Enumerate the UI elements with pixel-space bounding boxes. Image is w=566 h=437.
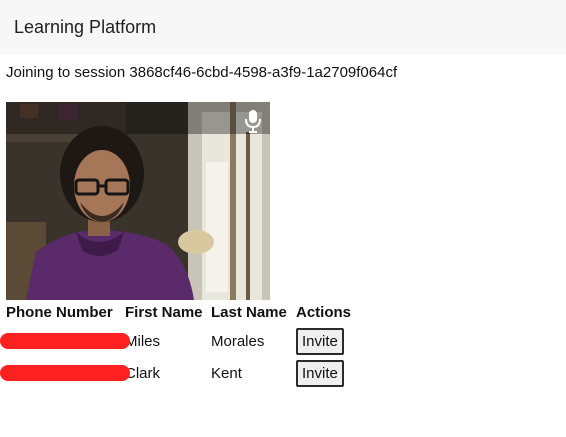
- actions-cell: Invite: [296, 325, 360, 357]
- table-row: Clark Kent Invite: [0, 357, 360, 389]
- last-name-cell: Morales: [211, 332, 265, 350]
- webcam-frame: [6, 102, 270, 300]
- redaction-mark: [0, 333, 130, 349]
- session-id: 3868cf46-6cbd-4598-a3f9-1a2709f064cf: [129, 64, 398, 81]
- phone-cell: 456: [0, 325, 130, 357]
- session-status: Joining to session 3868cf46-6cbd-4598-a3…: [6, 64, 397, 81]
- header-last-name: Last Name: [211, 304, 287, 321]
- actions-cell: Invite: [296, 357, 360, 389]
- header-actions: Actions: [296, 304, 352, 321]
- first-name-cell: Miles: [125, 332, 161, 350]
- table-header-row: Phone Number First Name Last Name Action…: [6, 302, 360, 325]
- invite-button[interactable]: Invite: [296, 359, 344, 387]
- contacts-table-wrapper: Phone Number First Name Last Name Action…: [0, 302, 360, 389]
- video-preview: [6, 102, 270, 300]
- header-phone: Phone Number: [6, 304, 113, 321]
- brand-title[interactable]: Learning Platform: [14, 17, 156, 38]
- table-row: 456 Miles Morales Invite: [0, 325, 360, 357]
- first-name-cell: Clark: [125, 364, 161, 382]
- contacts-table: Phone Number First Name Last Name Action…: [0, 302, 360, 389]
- navbar: Learning Platform: [0, 0, 566, 54]
- last-name-cell: Kent: [211, 364, 242, 382]
- microphone-icon[interactable]: [242, 108, 264, 134]
- phone-cell: [0, 357, 130, 389]
- header-first-name: First Name: [125, 304, 203, 321]
- session-prefix: Joining to session: [6, 64, 130, 81]
- redaction-mark: [0, 365, 130, 381]
- invite-button[interactable]: Invite: [296, 327, 344, 355]
